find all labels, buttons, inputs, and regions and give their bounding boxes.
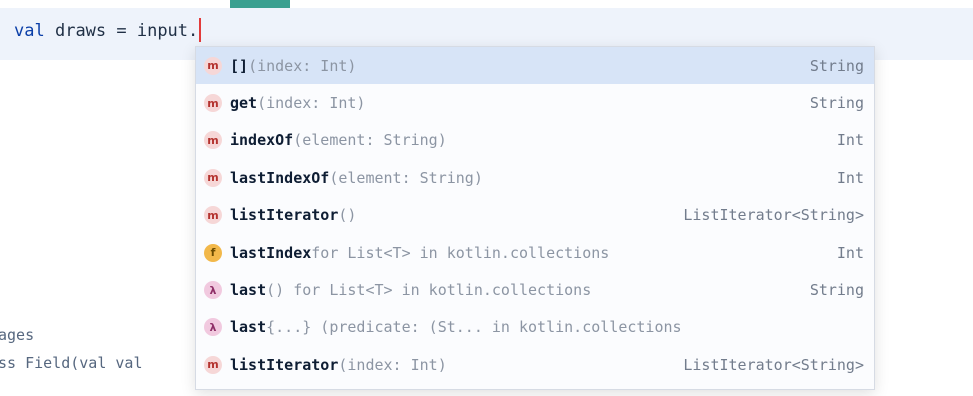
- code-text: draws = input.: [54, 21, 199, 41]
- completion-item-signature: (index: Int): [338, 355, 447, 374]
- completion-item[interactable]: λ last {...} (predicate: (St... in kotlin…: [196, 309, 874, 346]
- completion-item-type: ListIterator<String>: [683, 355, 864, 374]
- completion-item-signature: (element: String): [329, 168, 483, 187]
- method-icon: m: [204, 206, 222, 225]
- completion-item-name: lastIndex: [230, 243, 312, 262]
- completion-item-type: String: [809, 94, 864, 113]
- completion-item-signature: (element: String): [293, 131, 447, 150]
- completion-item-type: Int: [836, 131, 864, 150]
- completion-item-name: []: [230, 56, 249, 75]
- method-icon: m: [204, 94, 222, 113]
- completion-item-type: String: [809, 56, 864, 75]
- completion-item-signature: () for List<T> in kotlin.collections: [266, 281, 592, 300]
- keyword-val: val: [14, 21, 45, 41]
- completion-item[interactable]: m get (index: Int) String: [196, 84, 874, 121]
- completion-item-type: Int: [836, 168, 864, 187]
- background-code-line-2: ss Field(val val: [0, 354, 143, 372]
- completion-item-signature: for List<T> in kotlin.collections: [311, 243, 610, 262]
- completion-item-type: Int: [836, 243, 864, 262]
- completion-item-name: get: [230, 94, 258, 113]
- completion-popup[interactable]: m[] (index: Int) String m get (index: Int) Str…: [195, 46, 875, 390]
- completion-item-signature: (index: Int): [248, 56, 357, 75]
- completion-item[interactable]: λ last() for List<T> in kotlin.collection…: [196, 271, 874, 308]
- background-code-line-1: ages: [0, 326, 35, 344]
- method-icon: m: [204, 56, 222, 75]
- completion-item[interactable]: f lastIndex for List<T> in kotlin.collect…: [196, 234, 874, 271]
- completion-item-signature: (index: Int): [257, 94, 366, 113]
- completion-item-name: listIterator: [230, 355, 339, 374]
- completion-item[interactable]: m lastIndexOf (element: String) Int: [196, 159, 874, 196]
- completion-item-name: lastIndexOf: [230, 168, 330, 187]
- completion-item-name: last: [230, 281, 267, 300]
- method-icon: m: [204, 131, 222, 150]
- lambda-icon: λ: [204, 281, 222, 300]
- code-line[interactable]: val draws = input.: [14, 18, 202, 42]
- text-caret: [199, 18, 202, 42]
- completion-item[interactable]: m listIterator() ListIterator<String>: [196, 197, 874, 234]
- completion-item[interactable]: m [] (index: Int) String: [196, 47, 874, 85]
- completion-item-name: last: [230, 318, 267, 337]
- method-icon: m: [204, 355, 222, 374]
- field-icon: f: [204, 243, 222, 262]
- completion-item-type: ListIterator<String>: [683, 206, 864, 225]
- completion-item-name: indexOf: [230, 131, 294, 150]
- lambda-icon: λ: [204, 318, 222, 337]
- completion-item[interactable]: m indexOf (element: String) Int: [196, 122, 874, 159]
- completion-item-signature: (): [338, 206, 357, 225]
- completion-item-signature: {...} (predicate: (St... in kotlin.colle…: [266, 318, 682, 337]
- method-icon: m: [204, 168, 222, 187]
- completion-item[interactable]: m listIterator (index: Int) ListIterator<St…: [196, 346, 874, 383]
- completion-item-name: listIterator: [230, 206, 339, 225]
- completion-item-type: String: [809, 281, 864, 300]
